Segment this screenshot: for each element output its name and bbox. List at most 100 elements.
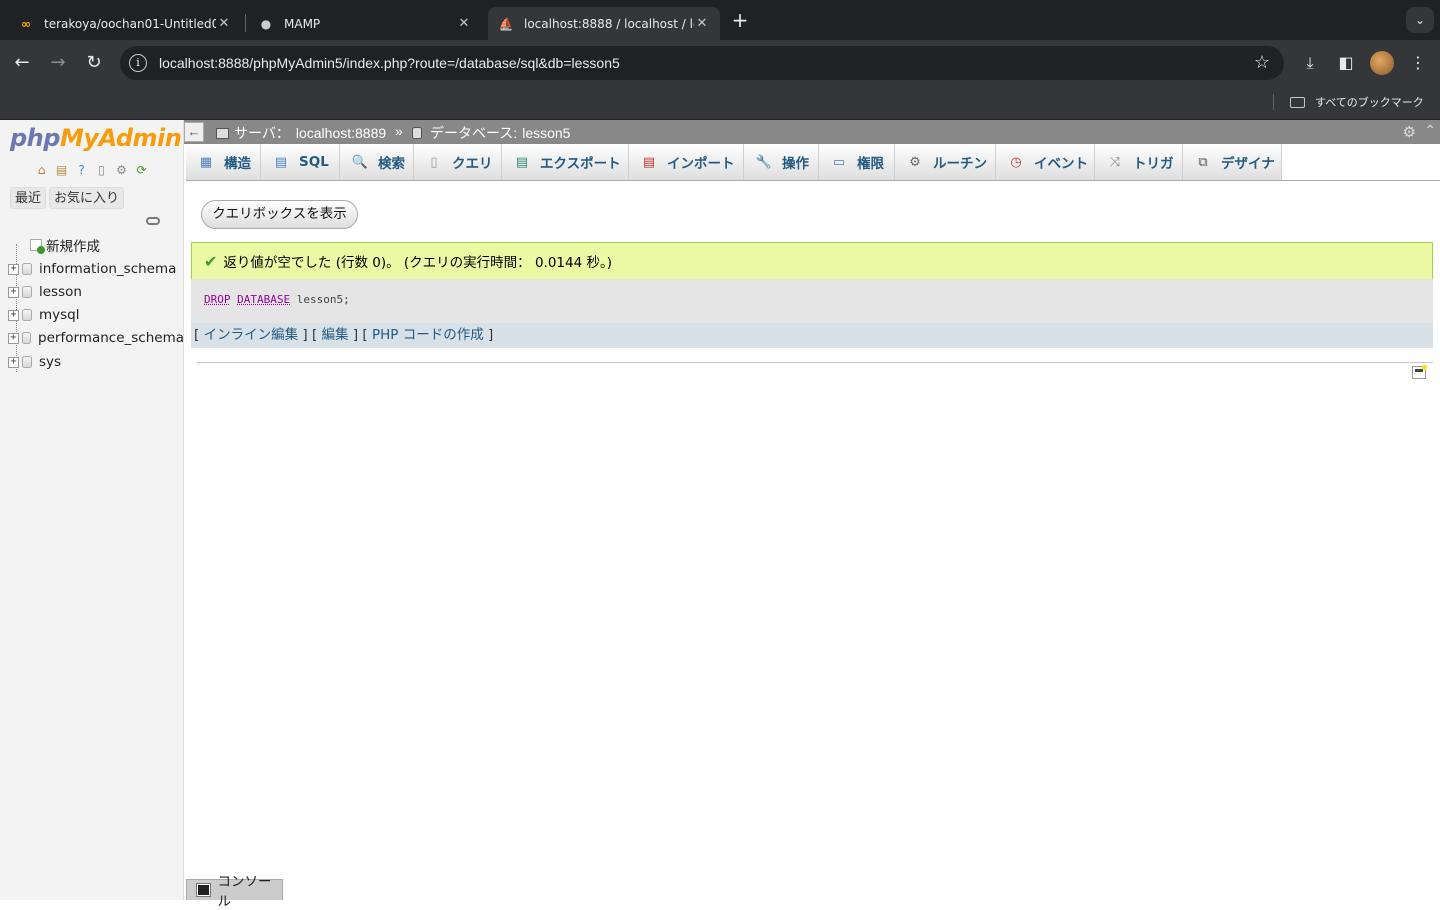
- bookmark-star-icon[interactable]: ☆: [1254, 52, 1270, 73]
- console-toggle[interactable]: コンソール: [186, 874, 283, 910]
- tree-item-label[interactable]: lesson: [39, 284, 82, 300]
- tab-routines[interactable]: ⚙ ルーチン: [895, 144, 996, 180]
- download-icon[interactable]: ⤓: [1298, 51, 1322, 75]
- reload-nav-icon[interactable]: ⟳: [133, 161, 150, 178]
- favorites-button[interactable]: お気に入り: [49, 187, 125, 209]
- logout-icon[interactable]: ▤: [53, 161, 70, 178]
- home-icon[interactable]: ⌂: [33, 161, 50, 178]
- close-tab-icon[interactable]: ✕: [456, 16, 472, 31]
- sql-keyword[interactable]: DATABASE: [237, 293, 290, 306]
- phpmyadmin-logo[interactable]: phpMyAdmin: [10, 124, 182, 152]
- tree-item-label[interactable]: sys: [39, 354, 61, 370]
- close-tab-icon[interactable]: ✕: [694, 16, 710, 31]
- logo-php-text: php: [10, 124, 60, 152]
- database-label: データベース:: [430, 125, 518, 141]
- tree-item-database[interactable]: + performance_schema: [8, 327, 184, 349]
- designer-icon: ⧉: [1198, 154, 1208, 170]
- tree-item-database[interactable]: + information_schema: [8, 258, 176, 280]
- expand-plus-icon[interactable]: +: [8, 332, 19, 344]
- help-icon[interactable]: ?: [73, 161, 90, 178]
- browser-tab-mamp[interactable]: ● MAMP ✕: [248, 7, 482, 40]
- browser-tab-phpmyadmin[interactable]: ⛵ localhost:8888 / localhost / le ✕: [488, 7, 720, 40]
- breadcrumb-server[interactable]: サーバ： localhost:8889: [216, 123, 386, 143]
- tab-triggers[interactable]: ⤨ トリガ: [1095, 144, 1183, 180]
- bookmark-note-icon[interactable]: [1412, 365, 1427, 379]
- breadcrumb-separator: »: [395, 123, 403, 139]
- tab-query[interactable]: ▯ クエリ: [414, 144, 502, 180]
- tab-search[interactable]: 🔍 検索: [340, 144, 414, 180]
- collapse-top-icon[interactable]: ⌃: [1424, 122, 1436, 139]
- show-query-box-button[interactable]: クエリボックスを表示: [201, 200, 358, 229]
- bracket: [: [362, 327, 368, 343]
- expand-plus-icon[interactable]: +: [8, 263, 19, 275]
- server-name[interactable]: localhost:8889: [296, 125, 386, 141]
- server-icon: [216, 127, 229, 139]
- tab-label: ルーチン: [933, 156, 987, 172]
- recent-button[interactable]: 最近: [10, 187, 47, 209]
- database-name[interactable]: lesson5: [522, 125, 570, 141]
- tree-item-database[interactable]: + mysql: [8, 304, 80, 326]
- create-php-code-link[interactable]: PHP コードの作成: [372, 327, 484, 343]
- tab-label: イベント: [1034, 156, 1088, 172]
- bracket: ]: [302, 327, 308, 343]
- tab-label: トリガ: [1133, 156, 1174, 172]
- expand-plus-icon[interactable]: +: [8, 356, 19, 368]
- tab-structure[interactable]: ▦ 構造: [186, 144, 261, 180]
- server-label: サーバ：: [234, 125, 290, 141]
- close-tab-icon[interactable]: ✕: [216, 16, 232, 31]
- inline-edit-link[interactable]: インライン編集: [204, 327, 299, 343]
- tab-operations[interactable]: 🔧 操作: [744, 144, 819, 180]
- profile-avatar[interactable]: [1370, 51, 1394, 75]
- tab-label: クエリ: [452, 156, 493, 172]
- edit-link[interactable]: 編集: [322, 327, 349, 343]
- tree-item-label[interactable]: mysql: [39, 307, 80, 323]
- tab-import[interactable]: ▤ インポート: [629, 144, 744, 180]
- docs-icon[interactable]: ▯: [93, 161, 110, 178]
- back-arrow-icon[interactable]: ←: [10, 51, 34, 75]
- collapse-nav-arrow-icon[interactable]: ←: [184, 122, 204, 142]
- tree-item-database[interactable]: + sys: [8, 351, 61, 373]
- link-with-main-icon[interactable]: [146, 217, 160, 225]
- breadcrumb-database[interactable]: データベース: lesson5: [412, 123, 570, 143]
- tab-export[interactable]: ▤ エクスポート: [502, 144, 629, 180]
- tab-search-chevron-icon[interactable]: ⌄: [1406, 7, 1434, 33]
- tree-item-label[interactable]: performance_schema: [38, 330, 184, 346]
- tree-item-label[interactable]: information_schema: [39, 261, 176, 277]
- tree-item-database[interactable]: + lesson: [8, 281, 82, 303]
- settings-gear-icon[interactable]: ⚙: [1403, 123, 1416, 141]
- new-tab-button[interactable]: +: [730, 8, 750, 32]
- top-menu-tabs: ▦ 構造 ▤ SQL 🔍 検索 ▯ クエリ ▤ エクスポート ▤ インポート 🔧 操作 ▭ 権限…: [186, 144, 1440, 181]
- database-icon: [22, 356, 32, 368]
- browser-toolbar: ← → ↻ i localhost:8888/phpMyAdmin5/index…: [0, 40, 1440, 86]
- tab-label: デザイナ: [1221, 156, 1275, 172]
- phpmyadmin-sail-icon: ⛵: [498, 16, 514, 31]
- bracket: ]: [488, 327, 494, 343]
- url-text[interactable]: localhost:8888/phpMyAdmin5/index.php?rou…: [159, 55, 620, 71]
- tab-label: 権限: [857, 156, 884, 172]
- tab-title: MAMP: [284, 16, 321, 31]
- more-menu-icon[interactable]: ⋮: [1406, 51, 1430, 75]
- forward-arrow-icon[interactable]: →: [46, 51, 70, 75]
- bracket: ]: [352, 327, 359, 343]
- address-bar[interactable]: i localhost:8888/phpMyAdmin5/index.php?r…: [120, 46, 1284, 80]
- browser-tab-colab[interactable]: ∞ terakoya/oochan01-Untitled0 ✕: [8, 7, 242, 40]
- sql-keyword[interactable]: DROP: [204, 293, 231, 306]
- expand-plus-icon[interactable]: +: [8, 309, 19, 321]
- expand-plus-icon[interactable]: +: [8, 286, 19, 298]
- tab-sql[interactable]: ▤ SQL: [261, 144, 340, 180]
- tab-privileges[interactable]: ▭ 権限: [819, 144, 895, 180]
- side-panel-icon[interactable]: ◧: [1334, 51, 1358, 75]
- sql-action-links: [ インライン編集 ] [ 編集 ] [ PHP コードの作成 ]: [191, 323, 1433, 348]
- all-bookmarks-button[interactable]: すべてのブックマーク: [1290, 94, 1424, 110]
- sql-icon: ▤: [274, 154, 288, 170]
- database-icon: [21, 332, 32, 344]
- tab-events[interactable]: ◷ イベント: [996, 144, 1095, 180]
- tree-item-new[interactable]: 新規作成: [8, 234, 100, 256]
- database-icon: [412, 127, 422, 139]
- sql-code: DROP DATABASE lesson5;: [204, 293, 350, 306]
- reload-icon[interactable]: ↻: [82, 51, 106, 75]
- tab-designer[interactable]: ⧉ デザイナ: [1183, 144, 1282, 180]
- events-icon: ◷: [1010, 154, 1022, 170]
- settings-gear-icon[interactable]: ⚙: [113, 161, 130, 178]
- site-info-icon[interactable]: i: [129, 54, 147, 72]
